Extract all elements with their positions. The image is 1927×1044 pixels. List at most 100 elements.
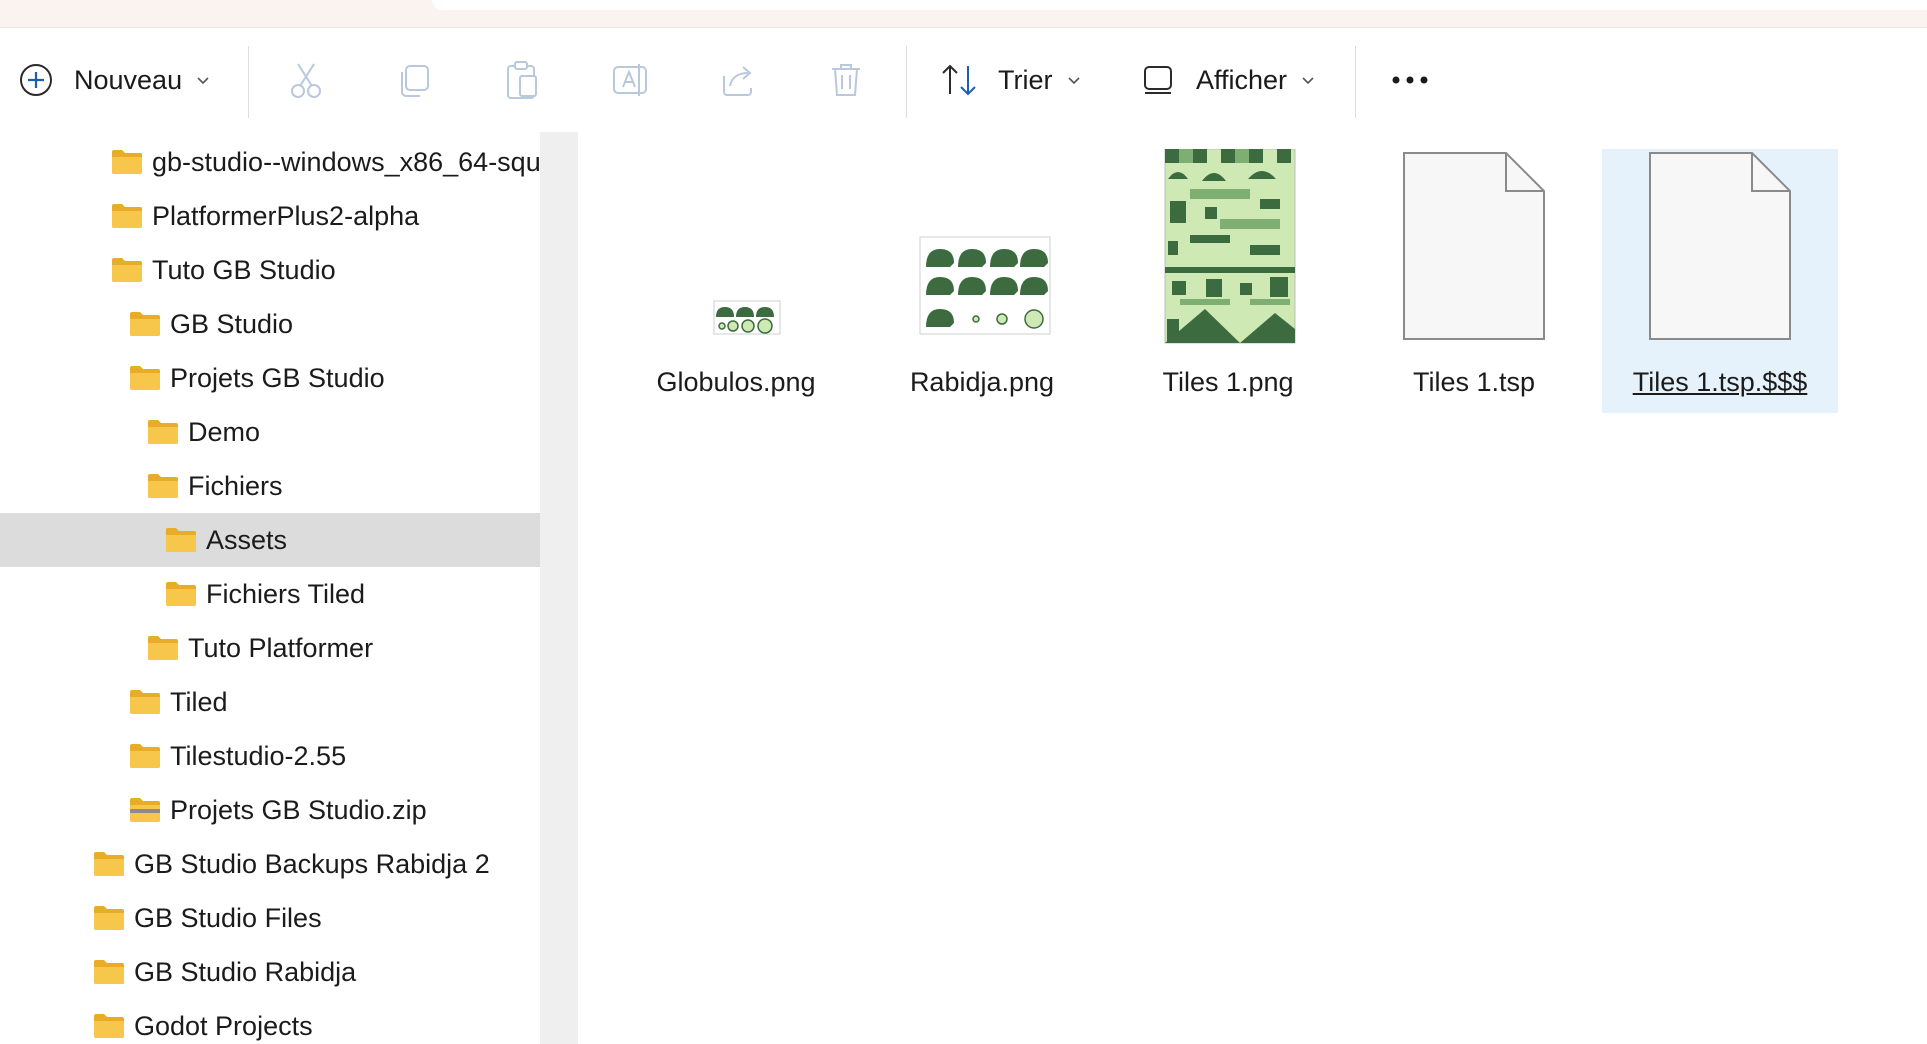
- plus-circle-icon: [20, 64, 52, 96]
- more-options-button[interactable]: [1390, 28, 1430, 132]
- title-bar-strip: [0, 0, 1927, 27]
- more-icon: [1392, 76, 1428, 84]
- nav-item[interactable]: PlatformerPlus2-alpha: [0, 189, 540, 243]
- nav-item-label: Fichiers: [188, 470, 283, 501]
- toolbar-divider: [1355, 46, 1356, 118]
- file-item[interactable]: Tiles 1.tsp: [1356, 149, 1592, 413]
- nav-item-label: Fichiers Tiled: [206, 578, 366, 609]
- folder-icon: [130, 690, 160, 714]
- folder-icon: [94, 1014, 124, 1038]
- sort-button[interactable]: Trier: [940, 28, 1081, 132]
- nav-item[interactable]: Projets GB Studio.zip: [0, 783, 540, 837]
- rename-icon: [613, 64, 647, 96]
- folder-icon: [94, 852, 124, 876]
- nav-item[interactable]: gb-studio--windows_x86_64-squ: [0, 135, 540, 189]
- file-item-selected[interactable]: Tiles 1.tsp.$$$: [1602, 149, 1838, 413]
- document-icon: [1403, 152, 1545, 340]
- file-item[interactable]: Rabidja.png: [864, 149, 1100, 413]
- nav-item[interactable]: Projets GB Studio: [0, 351, 540, 405]
- delete-button[interactable]: [828, 28, 864, 132]
- command-bar: Nouveau Trier Afficher: [0, 27, 1927, 133]
- chevron-down-icon: [1302, 77, 1314, 85]
- toolbar-divider: [906, 46, 907, 118]
- folder-icon: [130, 312, 160, 336]
- navigation-pane-scrollbar[interactable]: [540, 132, 578, 1044]
- image-thumbnail-icon: [919, 236, 1051, 335]
- nav-item-label: Tuto GB Studio: [152, 254, 336, 285]
- folder-icon: [112, 150, 142, 174]
- nav-item[interactable]: GB Studio Files: [0, 891, 540, 945]
- folder-icon: [148, 420, 178, 444]
- image-thumbnail-icon: [1164, 149, 1296, 344]
- document-icon: [1649, 152, 1791, 340]
- nav-item-label: GB Studio Rabidja: [134, 956, 357, 987]
- folder-icon: [94, 906, 124, 930]
- file-name: Tiles 1.png: [1162, 367, 1294, 397]
- nav-item-label: PlatformerPlus2-alpha: [152, 200, 420, 231]
- address-tab: [432, 0, 1927, 10]
- nav-item[interactable]: GB Studio Rabidja: [0, 945, 540, 999]
- cut-icon: [291, 63, 321, 98]
- view-button-label: Afficher: [1196, 64, 1288, 95]
- nav-item-label: Tiled: [170, 686, 228, 717]
- nav-item[interactable]: Tuto GB Studio: [0, 243, 540, 297]
- nav-item-label: Tilestudio-2.55: [170, 740, 347, 771]
- nav-item[interactable]: Demo: [0, 405, 540, 459]
- zip-folder-icon: [130, 798, 160, 822]
- nav-item-label: Projets GB Studio.zip: [170, 794, 427, 825]
- paste-button[interactable]: [504, 28, 540, 132]
- nav-item-label: Demo: [188, 416, 261, 447]
- paste-icon: [507, 61, 537, 99]
- copy-button[interactable]: [396, 28, 432, 132]
- nav-item[interactable]: Fichiers Tiled: [0, 567, 540, 621]
- folder-icon: [166, 528, 196, 552]
- nav-item[interactable]: Fichiers: [0, 459, 540, 513]
- nav-item[interactable]: GB Studio: [0, 297, 540, 351]
- file-item[interactable]: Globulos.png: [618, 149, 854, 413]
- folder-icon: [148, 474, 178, 498]
- nav-item-label: GB Studio Backups Rabidja 2: [134, 848, 490, 879]
- nav-item[interactable]: Godot Projects: [0, 999, 540, 1044]
- chevron-down-icon: [197, 77, 209, 85]
- folder-icon: [112, 204, 142, 228]
- file-name: Tiles 1.tsp.$$$: [1632, 367, 1808, 397]
- folder-icon: [166, 582, 196, 606]
- copy-icon: [401, 65, 429, 97]
- navigation-pane: gb-studio--windows_x86_64-squ PlatformerP…: [0, 132, 540, 1044]
- sort-icon: [942, 64, 976, 96]
- nav-item-label: gb-studio--windows_x86_64-squ: [152, 146, 540, 177]
- nav-item-label: GB Studio Files: [134, 902, 322, 933]
- file-name: Rabidja.png: [909, 367, 1055, 397]
- nav-item[interactable]: Tilestudio-2.55: [0, 729, 540, 783]
- folder-icon: [148, 636, 178, 660]
- cut-button[interactable]: [288, 28, 324, 132]
- nav-item[interactable]: GB Studio Backups Rabidja 2: [0, 837, 540, 891]
- new-button-label: Nouveau: [74, 64, 183, 95]
- file-view: Globulos.png Rabidja.png Tiles 1.png Til…: [578, 132, 1927, 1044]
- folder-icon: [112, 258, 142, 282]
- nav-item-label: Tuto Platformer: [188, 632, 374, 663]
- chevron-down-icon: [1067, 77, 1080, 85]
- nav-item[interactable]: Tiled: [0, 675, 540, 729]
- view-button[interactable]: Afficher: [1142, 28, 1315, 132]
- sort-button-label: Trier: [998, 64, 1053, 95]
- share-icon: [723, 66, 752, 96]
- nav-item-label: Assets: [206, 524, 288, 555]
- nav-item-selected[interactable]: Assets: [0, 513, 540, 567]
- rename-button[interactable]: [611, 28, 649, 132]
- folder-icon: [130, 744, 160, 768]
- file-name: Tiles 1.tsp: [1412, 367, 1536, 397]
- nav-item-label: Godot Projects: [134, 1010, 313, 1041]
- file-item[interactable]: Tiles 1.png: [1110, 149, 1346, 413]
- nav-item-label: GB Studio: [170, 308, 294, 339]
- new-button[interactable]: Nouveau: [18, 28, 210, 132]
- view-icon: [1144, 66, 1172, 94]
- file-name: Globulos.png: [656, 367, 816, 397]
- folder-icon: [130, 366, 160, 390]
- nav-item[interactable]: Tuto Platformer: [0, 621, 540, 675]
- folder-icon: [94, 960, 124, 984]
- delete-icon: [832, 64, 860, 96]
- toolbar-divider: [248, 46, 249, 118]
- image-thumbnail-icon: [713, 300, 781, 335]
- share-button[interactable]: [720, 28, 758, 132]
